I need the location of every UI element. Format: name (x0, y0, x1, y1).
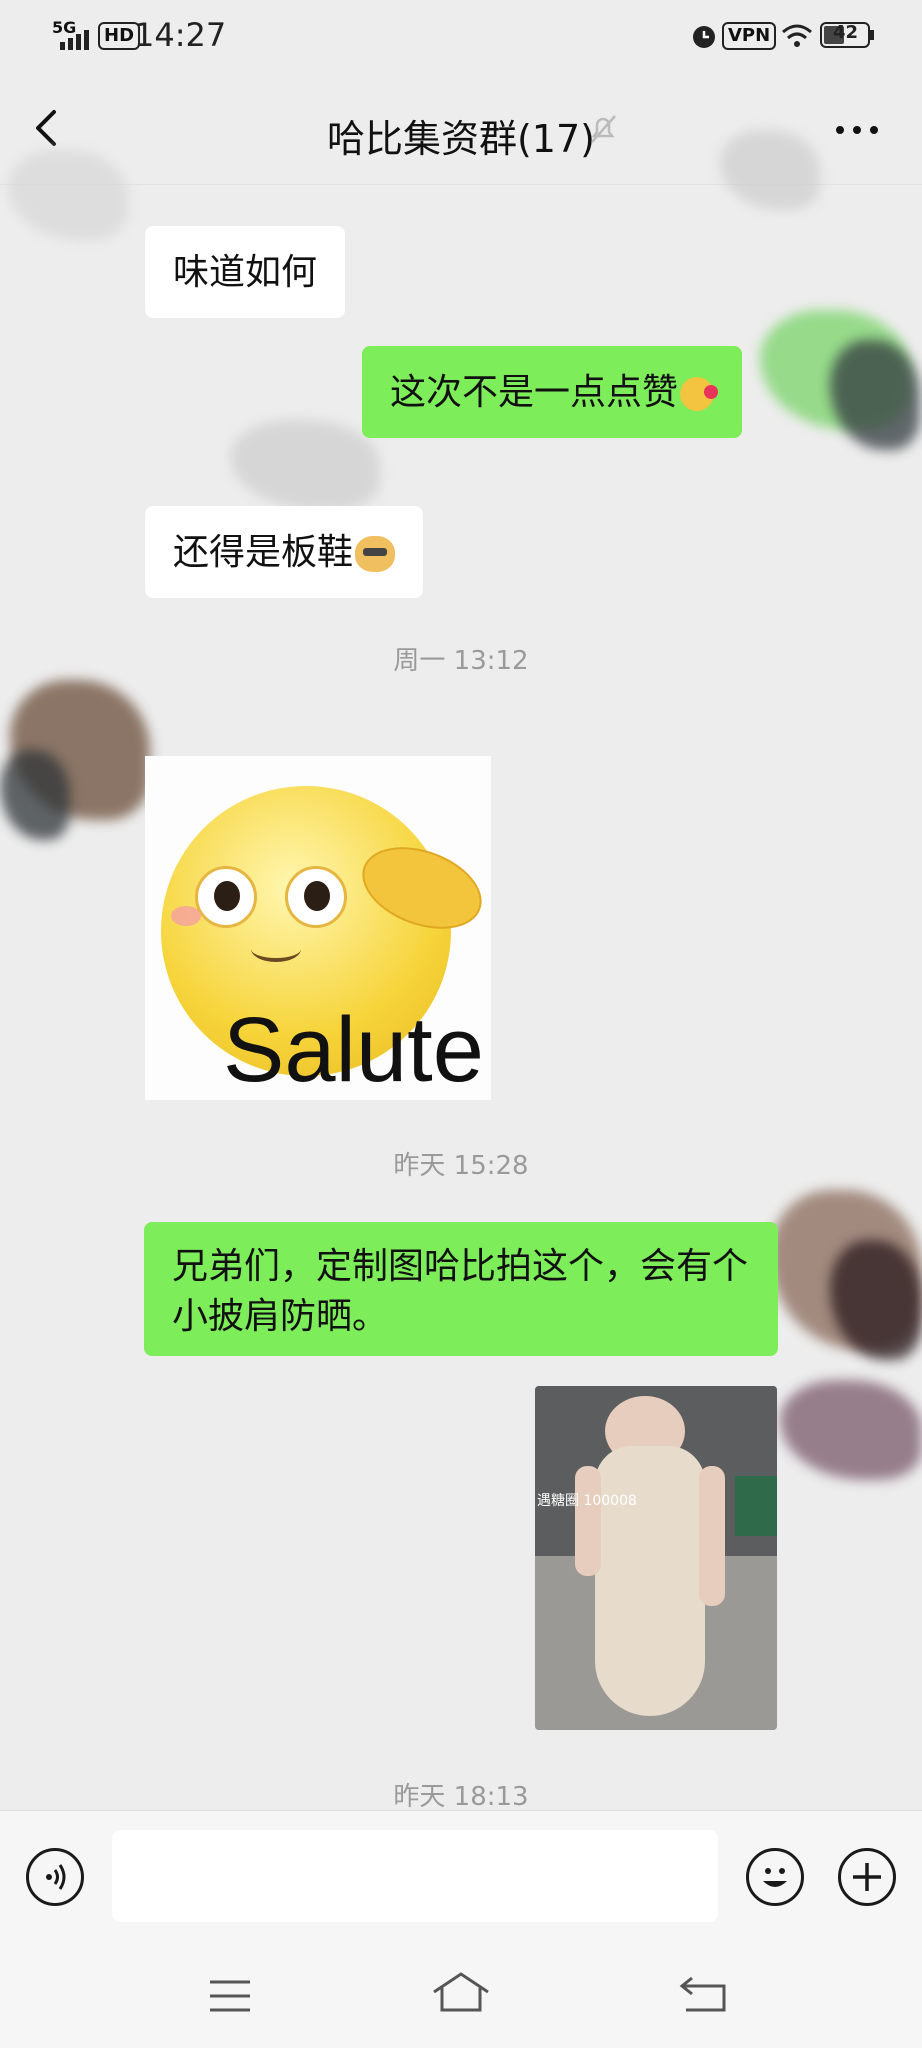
redacted-mark (720, 130, 820, 210)
message-text: 味道如何 (173, 252, 318, 293)
redacted-avatar (0, 750, 70, 840)
redacted-avatar (780, 1380, 922, 1480)
more-icon[interactable] (834, 118, 880, 142)
battery-tip (870, 30, 874, 40)
chat-title-text: 哈比集资群(17) (326, 117, 595, 161)
message-text: 兄弟们，定制图哈比拍这个，会有个小披肩防晒。 (172, 1246, 749, 1337)
smiley-icon (763, 1868, 787, 1887)
more-actions-button[interactable] (838, 1848, 896, 1906)
wifi-icon (782, 24, 812, 47)
sticker-salute[interactable]: Salute (145, 756, 491, 1100)
message-text: 还得是板鞋 (173, 532, 354, 573)
photo-arm (699, 1466, 725, 1606)
message-bubble[interactable]: 味道如何 (145, 226, 346, 318)
back-nav-icon[interactable] (678, 1972, 730, 2016)
left-eye (195, 866, 257, 928)
photo-object (735, 1476, 777, 1536)
mute-icon (591, 115, 616, 143)
message-bubble[interactable]: 兄弟们，定制图哈比拍这个，会有个小披肩防晒。 (144, 1222, 778, 1356)
message-bubble[interactable]: 还得是板鞋 (145, 506, 424, 598)
emoji-kiss-icon (680, 377, 719, 411)
timestamp: 周一 13:12 (393, 646, 529, 676)
emoji-button[interactable] (746, 1848, 804, 1906)
clock: 14:27 (134, 16, 227, 54)
status-bar: 5G HD 14:27 VPN 42 (0, 0, 922, 72)
mouth (251, 936, 301, 962)
redacted-avatar (830, 340, 920, 450)
photo-dress (595, 1446, 705, 1716)
right-eye (285, 866, 347, 928)
message-input[interactable] (112, 1830, 718, 1922)
message-bubble[interactable]: 这次不是一点点赞 (362, 346, 743, 438)
battery-level: 42 (833, 22, 859, 43)
voice-button[interactable] (26, 1848, 84, 1906)
voice-icon (46, 1864, 66, 1890)
battery-icon: 42 (820, 22, 870, 48)
vpn-badge: VPN (722, 22, 777, 50)
image-message[interactable]: 遇糖圈 100008 (535, 1386, 777, 1730)
photo-arm (575, 1466, 601, 1576)
menu-icon[interactable] (206, 1976, 254, 2016)
plus-icon (853, 1863, 881, 1891)
redacted-avatar (8, 150, 128, 240)
alarm-icon (693, 26, 715, 48)
redacted-mark (230, 420, 380, 510)
timestamp: 昨天 15:28 (393, 1151, 529, 1181)
timestamp: 昨天 18:13 (393, 1782, 529, 1812)
emoji-doge-icon (355, 536, 396, 572)
sticker-caption: Salute (223, 999, 484, 1100)
message-text: 这次不是一点点赞 (390, 372, 679, 413)
home-icon[interactable] (430, 1970, 492, 2016)
image-watermark: 遇糖圈 100008 (537, 1493, 637, 1509)
blush (171, 906, 201, 926)
